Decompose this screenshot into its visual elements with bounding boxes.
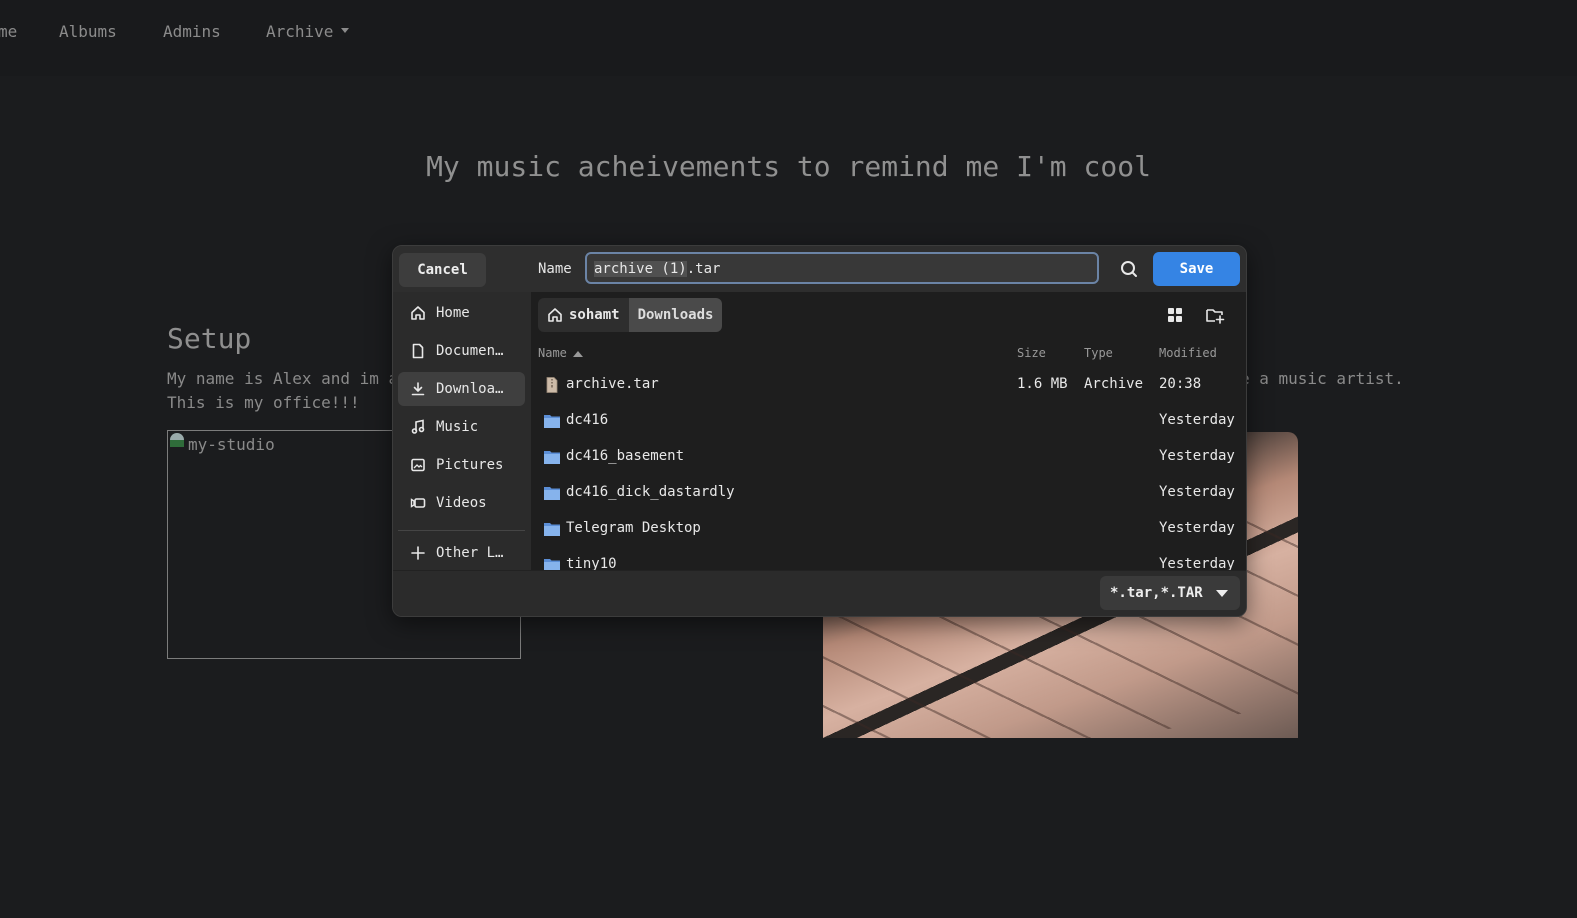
studio-image-alt-text: my-studio	[188, 435, 275, 454]
cancel-button[interactable]: Cancel	[399, 253, 486, 287]
breadcrumb-label: Downloads	[637, 307, 714, 323]
new-folder-button[interactable]	[1204, 304, 1226, 326]
save-file-dialog: Cancel Name archive (1).tar Save Home Do…	[392, 245, 1247, 617]
file-row[interactable]: dc416_basement Yesterday	[531, 439, 1246, 475]
column-header-modified[interactable]: Modified	[1159, 346, 1217, 360]
file-name: archive.tar	[566, 376, 659, 392]
broken-image-icon	[170, 433, 184, 447]
file-row[interactable]: archive.tar 1.6 MB Archive 20:38	[531, 367, 1246, 403]
folder-icon	[544, 523, 560, 536]
breadcrumb-downloads[interactable]: Downloads	[628, 298, 723, 332]
nav-albums-link[interactable]: Albums	[59, 22, 117, 41]
sidebar-item-downloads[interactable]: Downloa…	[398, 372, 525, 406]
search-button[interactable]	[1113, 254, 1145, 284]
sidebar-item-label: Other L…	[436, 545, 504, 561]
column-header-type[interactable]: Type	[1084, 346, 1113, 360]
file-modified: Yesterday	[1159, 412, 1235, 428]
name-label: Name	[538, 261, 572, 277]
music-icon	[411, 419, 425, 434]
new-folder-icon	[1206, 309, 1225, 324]
file-type-filter-dropdown[interactable]: *.tar,*.TAR	[1100, 576, 1240, 610]
sidebar-separator	[398, 530, 525, 531]
home-icon	[548, 308, 562, 322]
filename-input[interactable]: archive (1).tar	[585, 252, 1099, 284]
plus-icon	[411, 546, 425, 560]
file-name: dc416_dick_dastardly	[566, 484, 735, 500]
dialog-footer: *.tar,*.TAR	[393, 570, 1246, 616]
breadcrumb-label: sohamt	[569, 307, 620, 323]
folder-icon	[544, 415, 560, 428]
page-title: My music acheivements to remind me I'm c…	[426, 150, 1151, 183]
folder-icon	[544, 487, 560, 500]
breadcrumb: sohamt Downloads	[538, 298, 723, 332]
nav-archive-label: Archive	[266, 22, 334, 41]
setup-paragraph-line-2: This is my office!!!	[167, 393, 360, 412]
column-header-name[interactable]: Name	[538, 346, 583, 360]
dialog-header: Cancel Name archive (1).tar Save	[393, 246, 1246, 292]
sidebar-item-label: Downloa…	[436, 381, 504, 397]
filename-extension-text: .tar	[686, 261, 721, 277]
file-type-filter-label: *.tar,*.TAR	[1110, 585, 1203, 601]
setup-paragraph-line-1: My name is Alex and im a	[167, 369, 399, 388]
sidebar-item-home[interactable]: Home	[398, 296, 525, 330]
file-name: dc416	[566, 412, 609, 428]
file-size: 1.6 MB	[1017, 376, 1068, 392]
document-icon	[412, 343, 424, 359]
nav-archive-dropdown[interactable]: Archive	[266, 22, 350, 41]
setup-heading: Setup	[167, 322, 252, 355]
sidebar-item-pictures[interactable]: Pictures	[398, 448, 525, 482]
folder-icon	[544, 451, 560, 464]
sidebar-item-label: Home	[436, 305, 470, 321]
nav-admins-link[interactable]: Admins	[163, 22, 221, 41]
chevron-down-icon	[1216, 590, 1228, 597]
sidebar-item-label: Music	[436, 419, 479, 435]
breadcrumb-home[interactable]: sohamt	[538, 298, 629, 332]
filename-selected-text: archive (1)	[594, 261, 687, 277]
video-icon	[410, 498, 426, 508]
file-modified: Yesterday	[1159, 448, 1235, 464]
nav-home-link[interactable]: me	[0, 22, 17, 41]
sidebar-item-videos[interactable]: Videos	[398, 486, 525, 520]
sidebar-item-documents[interactable]: Documen…	[398, 334, 525, 368]
setup-paragraph: My name is Alex and im a This is my offi…	[167, 367, 398, 415]
archive-file-icon	[546, 377, 558, 393]
file-row[interactable]: dc416 Yesterday	[531, 403, 1246, 439]
search-icon	[1121, 261, 1137, 277]
file-row[interactable]: Telegram Desktop Yesterday	[531, 511, 1246, 547]
grid-icon	[1168, 308, 1182, 322]
sort-ascending-icon	[572, 351, 583, 357]
file-modified: Yesterday	[1159, 520, 1235, 536]
sidebar-item-label: Videos	[436, 495, 487, 511]
grid-view-button[interactable]	[1164, 304, 1186, 326]
file-row[interactable]: dc416_dick_dastardly Yesterday	[531, 475, 1246, 511]
sidebar-item-label: Documen…	[436, 343, 504, 359]
save-button[interactable]: Save	[1153, 252, 1240, 286]
sidebar-item-other-locations[interactable]: Other L…	[398, 536, 525, 570]
top-navbar: me Albums Admins Archive	[0, 0, 1577, 76]
home-icon	[411, 306, 425, 320]
setup-paragraph-continued: e a music artist.	[1240, 369, 1404, 388]
column-header-size[interactable]: Size	[1017, 346, 1046, 360]
caret-down-icon	[341, 28, 350, 33]
sidebar-item-music[interactable]: Music	[398, 410, 525, 444]
file-name: Telegram Desktop	[566, 520, 701, 536]
file-modified: 20:38	[1159, 376, 1202, 392]
places-sidebar: Home Documen… Downloa… Music Pictures Vi…	[393, 292, 531, 570]
file-type: Archive	[1084, 376, 1144, 392]
picture-icon	[411, 458, 425, 472]
file-modified: Yesterday	[1159, 484, 1235, 500]
file-name: dc416_basement	[566, 448, 685, 464]
sidebar-item-label: Pictures	[436, 457, 504, 473]
file-browser: sohamt Downloads Name Size Type Modified…	[531, 292, 1246, 572]
download-icon	[411, 382, 425, 396]
